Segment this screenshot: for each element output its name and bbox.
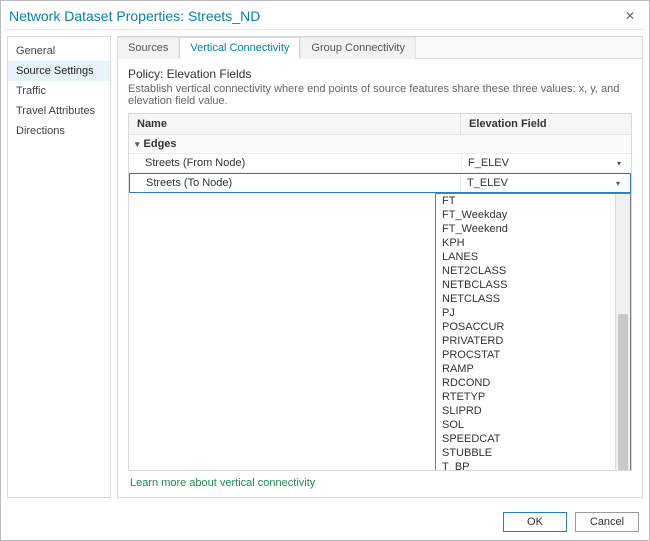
elevation-field-dropdown[interactable]: FTFT_WeekdayFT_WeekendKPHLANESNET2CLASSN… [435, 193, 631, 471]
policy-title: Policy: Elevation Fields [128, 67, 632, 81]
tab-group-connectivity[interactable]: Group Connectivity [300, 37, 416, 59]
elevation-grid: Name Elevation Field ▾ Edges Streets (Fr… [128, 113, 632, 471]
grid-body: FTFT_WeekdayFT_WeekendKPHLANESNET2CLASSN… [129, 193, 631, 470]
dropdown-option[interactable]: RDCOND [436, 376, 615, 390]
dropdown-option[interactable]: LANES [436, 250, 615, 264]
dropdown-option[interactable]: FT [436, 194, 615, 208]
dropdown-option[interactable]: PRIVATERD [436, 334, 615, 348]
header-elevation-field[interactable]: Elevation Field [461, 114, 631, 134]
dropdown-option[interactable]: NETBCLASS [436, 278, 615, 292]
dropdown-option[interactable]: NETCLASS [436, 292, 615, 306]
cancel-button[interactable]: Cancel [575, 512, 639, 532]
dropdown-option[interactable]: KPH [436, 236, 615, 250]
dropdown-option[interactable]: RAMP [436, 362, 615, 376]
select-value: F_ELEV [468, 157, 613, 169]
dropdown-option[interactable]: STUBBLE [436, 446, 615, 460]
elevation-field-select-to[interactable]: T_ELEV ▾ [460, 174, 630, 192]
dropdown-scrollbar[interactable] [615, 194, 630, 471]
tab-vertical-connectivity[interactable]: Vertical Connectivity [179, 37, 300, 59]
sidebar: General Source Settings Traffic Travel A… [7, 36, 111, 498]
sidebar-item-directions[interactable]: Directions [8, 121, 110, 141]
sidebar-item-traffic[interactable]: Traffic [8, 81, 110, 101]
dialog-body: General Source Settings Traffic Travel A… [1, 30, 649, 504]
main-panel: Sources Vertical Connectivity Group Conn… [117, 36, 643, 498]
tab-strip: Sources Vertical Connectivity Group Conn… [118, 37, 642, 59]
header-name[interactable]: Name [129, 114, 461, 134]
learn-more-link[interactable]: Learn more about vertical connectivity [128, 471, 632, 491]
sidebar-item-travel-attributes[interactable]: Travel Attributes [8, 101, 110, 121]
window-title: Network Dataset Properties: Streets_ND [9, 8, 260, 24]
row-name: Streets (To Node) [130, 174, 460, 192]
dialog-footer: OK Cancel [1, 504, 649, 540]
table-row: Streets (From Node) F_ELEV ▾ [129, 154, 631, 173]
ok-button[interactable]: OK [503, 512, 567, 532]
dropdown-option[interactable]: SOL [436, 418, 615, 432]
dropdown-option[interactable]: FT_Weekday [436, 208, 615, 222]
dropdown-option[interactable]: SLIPRD [436, 404, 615, 418]
row-name: Streets (From Node) [129, 154, 461, 172]
dropdown-option[interactable]: T_BP [436, 460, 615, 471]
scrollbar-thumb[interactable] [618, 314, 628, 471]
dropdown-option[interactable]: PJ [436, 306, 615, 320]
dropdown-option[interactable]: FT_Weekend [436, 222, 615, 236]
dropdown-option[interactable]: RTETYP [436, 390, 615, 404]
dropdown-list: FTFT_WeekdayFT_WeekendKPHLANESNET2CLASSN… [436, 194, 615, 471]
chevron-down-icon: ▾ [613, 159, 625, 168]
table-row: Streets (To Node) T_ELEV ▾ [129, 173, 631, 193]
tab-content: Policy: Elevation Fields Establish verti… [118, 59, 642, 497]
group-label: Edges [144, 138, 177, 150]
elevation-field-select-from[interactable]: F_ELEV ▾ [461, 154, 631, 172]
group-row-edges[interactable]: ▾ Edges [129, 135, 631, 154]
dropdown-option[interactable]: SPEEDCAT [436, 432, 615, 446]
sidebar-item-general[interactable]: General [8, 41, 110, 61]
dropdown-option[interactable]: PROCSTAT [436, 348, 615, 362]
policy-description: Establish vertical connectivity where en… [128, 83, 632, 107]
chevron-down-icon: ▾ [135, 139, 140, 150]
grid-header: Name Elevation Field [129, 114, 631, 135]
tab-sources[interactable]: Sources [118, 37, 179, 59]
title-bar: Network Dataset Properties: Streets_ND ✕ [1, 1, 649, 29]
dropdown-option[interactable]: NET2CLASS [436, 264, 615, 278]
dropdown-option[interactable]: POSACCUR [436, 320, 615, 334]
sidebar-item-source-settings[interactable]: Source Settings [8, 61, 110, 81]
chevron-down-icon: ▾ [612, 179, 624, 188]
select-value: T_ELEV [467, 177, 612, 189]
close-icon[interactable]: ✕ [619, 7, 641, 25]
